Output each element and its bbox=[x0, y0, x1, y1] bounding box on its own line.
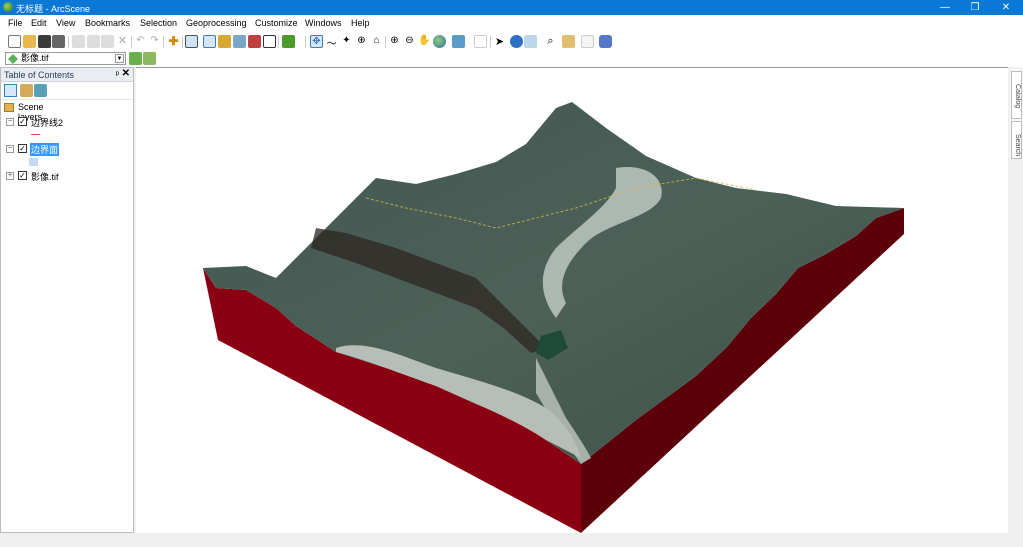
close-button[interactable]: ✕ bbox=[991, 0, 1021, 15]
layer-row[interactable]: − ✓ 边界线2 bbox=[1, 116, 131, 129]
scene-view[interactable] bbox=[136, 67, 1008, 533]
list-by-source-icon[interactable] bbox=[20, 84, 33, 97]
layer-row[interactable]: − ✓ 边界面 bbox=[1, 143, 131, 156]
menu-bar: File Edit View Bookmarks Selection Geopr… bbox=[0, 15, 1023, 32]
polygon-symbol bbox=[29, 158, 38, 166]
terrain-3d-block[interactable] bbox=[136, 68, 1008, 534]
menu-file[interactable]: File bbox=[8, 18, 23, 28]
selection-box-icon[interactable] bbox=[474, 35, 487, 48]
3d-effects-toolbar: 影像.tif ▼ bbox=[0, 51, 1023, 67]
layers-icon bbox=[4, 103, 14, 112]
animation-icon[interactable] bbox=[581, 35, 594, 48]
line-symbol bbox=[31, 134, 40, 135]
3d-effects-icon[interactable] bbox=[599, 35, 612, 48]
close-icon[interactable]: ✕ bbox=[122, 68, 130, 79]
dock-panel: Catalog Search bbox=[1010, 69, 1023, 159]
select-arrow-icon[interactable]: ➤ bbox=[493, 35, 506, 48]
full-extent-icon[interactable] bbox=[433, 35, 446, 48]
identify-icon[interactable] bbox=[510, 35, 523, 48]
center-target-icon[interactable]: ✦ bbox=[340, 35, 353, 48]
toc-title: Table of Contents bbox=[4, 70, 75, 80]
fly-icon[interactable]: 〜 bbox=[325, 35, 338, 50]
layer-row[interactable]: + ✓ 影像.tif bbox=[1, 170, 131, 183]
chevron-down-icon[interactable]: ▼ bbox=[115, 54, 124, 63]
layer-properties-icon[interactable] bbox=[129, 52, 142, 65]
search-tab[interactable]: Search bbox=[1011, 121, 1022, 159]
layer-select[interactable]: 影像.tif ▼ bbox=[5, 52, 126, 65]
menu-selection[interactable]: Selection bbox=[140, 18, 177, 28]
window-icon[interactable] bbox=[263, 35, 276, 48]
pin-icon[interactable]: ᵖ bbox=[116, 69, 119, 79]
navigate-icon[interactable]: ✥ bbox=[310, 35, 323, 48]
menu-bookmarks[interactable]: Bookmarks bbox=[85, 18, 130, 28]
title-bar: 无标题 - ArcScene — ❐ ✕ bbox=[0, 0, 1023, 15]
catalog-icon[interactable] bbox=[218, 35, 231, 48]
python-icon[interactable] bbox=[248, 35, 261, 48]
model-icon[interactable] bbox=[282, 35, 295, 48]
delete-icon[interactable]: ✕ bbox=[116, 35, 129, 48]
raster-layer-icon bbox=[8, 54, 18, 64]
paste-icon[interactable] bbox=[101, 35, 114, 48]
open-folder-icon[interactable] bbox=[23, 35, 36, 48]
cut-icon[interactable] bbox=[72, 35, 85, 48]
menu-view[interactable]: View bbox=[56, 18, 75, 28]
standard-toolbar: ✕ ↶ ↷ ✚ ✥ 〜 ✦ ⊕ ⌂ ⊕ ⊖ ✋ ➤ ⌕ bbox=[0, 32, 1023, 51]
restore-button[interactable]: ❐ bbox=[960, 0, 990, 15]
toc-header: Table of Contents ᵖ ✕ bbox=[1, 68, 133, 82]
minimize-button[interactable]: — bbox=[930, 0, 960, 15]
menu-edit[interactable]: Edit bbox=[31, 18, 47, 28]
window-title: 无标题 - ArcScene bbox=[16, 4, 91, 14]
view-menu-icon[interactable] bbox=[452, 35, 465, 48]
zoom-out-icon[interactable]: ⊖ bbox=[403, 35, 416, 48]
arcmap-icon[interactable] bbox=[185, 35, 198, 48]
set-observer-icon[interactable]: ⌂ bbox=[370, 35, 383, 48]
expand-icon[interactable]: + bbox=[6, 172, 14, 180]
layer-visibility-checkbox[interactable]: ✓ bbox=[18, 144, 27, 153]
toolbox-icon[interactable] bbox=[233, 35, 246, 48]
toc-toolbar bbox=[1, 82, 133, 100]
redo-icon[interactable]: ↷ bbox=[148, 35, 161, 48]
status-bar bbox=[0, 533, 1023, 547]
menu-help[interactable]: Help bbox=[351, 18, 370, 28]
shading-icon[interactable] bbox=[143, 52, 156, 65]
measure-icon[interactable] bbox=[562, 35, 575, 48]
toc-icon[interactable] bbox=[203, 35, 216, 48]
list-by-visibility-icon[interactable] bbox=[34, 84, 47, 97]
arcscene-app-icon bbox=[3, 2, 13, 12]
catalog-tab[interactable]: Catalog bbox=[1011, 71, 1022, 119]
zoom-target-icon[interactable]: ⊕ bbox=[355, 35, 368, 48]
find-icon[interactable]: ⌕ bbox=[544, 35, 557, 48]
add-data-icon[interactable]: ✚ bbox=[167, 35, 180, 48]
layer-visibility-checkbox[interactable]: ✓ bbox=[18, 171, 27, 180]
copy-icon[interactable] bbox=[87, 35, 100, 48]
html-popup-icon[interactable] bbox=[524, 35, 537, 48]
menu-customize[interactable]: Customize bbox=[255, 18, 298, 28]
zoom-in-icon[interactable]: ⊕ bbox=[388, 35, 401, 48]
collapse-icon[interactable]: − bbox=[6, 145, 14, 153]
save-icon[interactable] bbox=[38, 35, 51, 48]
pan-hand-icon[interactable]: ✋ bbox=[418, 35, 431, 48]
list-by-drawing-order-icon[interactable] bbox=[4, 84, 17, 97]
new-document-icon[interactable] bbox=[8, 35, 21, 48]
menu-windows[interactable]: Windows bbox=[305, 18, 342, 28]
menu-geoprocessing[interactable]: Geoprocessing bbox=[186, 18, 247, 28]
undo-icon[interactable]: ↶ bbox=[134, 35, 147, 48]
table-of-contents: Table of Contents ᵖ ✕ Scene layers − ✓ 边… bbox=[0, 67, 134, 533]
print-icon[interactable] bbox=[52, 35, 65, 48]
collapse-icon[interactable]: − bbox=[6, 118, 14, 126]
layer-visibility-checkbox[interactable]: ✓ bbox=[18, 117, 27, 126]
